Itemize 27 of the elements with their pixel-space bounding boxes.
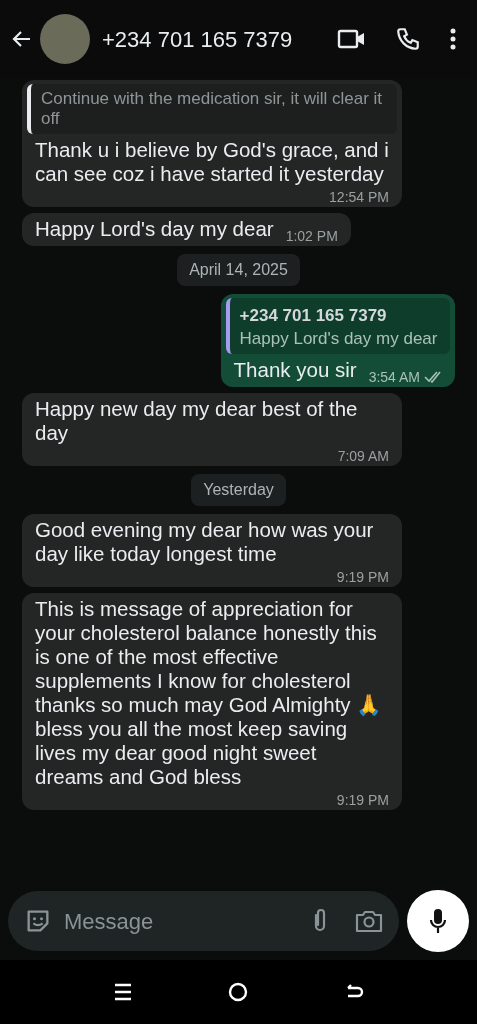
message-text: Thank u i believe by God's grace, and i can see coz i have started it yesterday: [35, 138, 389, 186]
date-label: Yesterday: [191, 473, 286, 506]
message-time: 12:54 PM: [329, 189, 389, 205]
message-text: Happy Lord's day my dear: [35, 217, 274, 241]
contact-name[interactable]: +234 701 165 7379: [102, 22, 333, 56]
message-text: This is message of appreciation for your cholesterol balance honestly this is one of the most effective supplements I know for cholesterol thanks so much may God Almighty 🙏 bless you all the most keep saving lives my dear good night sweet dreams and God bless: [35, 596, 384, 789]
message-time: 3:54 AM: [368, 368, 420, 385]
message-time: 7:09 AM: [337, 447, 389, 464]
microphone-icon: [428, 907, 448, 935]
menu-icon[interactable]: [113, 983, 132, 1001]
message-time: 9:19 PM: [336, 568, 389, 585]
home-icon[interactable]: [227, 982, 248, 1002]
message-field[interactable]: Message: [8, 891, 399, 951]
date-label: April 14, 2025: [177, 254, 300, 286]
message-text: Good evening my dear how was your day like today longest time: [35, 517, 375, 566]
message-text: Happy new day my dear best of the day: [35, 396, 359, 445]
more-options-icon[interactable]: [449, 27, 457, 51]
message-time: 1:02 PM: [285, 228, 338, 244]
quote-text: Happy Lord's day my dear: [239, 328, 439, 349]
avatar[interactable]: [40, 14, 90, 64]
camera-icon[interactable]: [355, 908, 383, 934]
quote-author: +234 701 165 7379: [239, 305, 388, 327]
phone-icon[interactable]: [395, 26, 421, 52]
quote-text: Continue with the medication sir, it will clear it off: [41, 89, 384, 129]
video-call-icon[interactable]: [337, 27, 367, 51]
message-text: Thank you sir: [233, 357, 357, 382]
message-time: 9:19 PM: [336, 791, 389, 808]
